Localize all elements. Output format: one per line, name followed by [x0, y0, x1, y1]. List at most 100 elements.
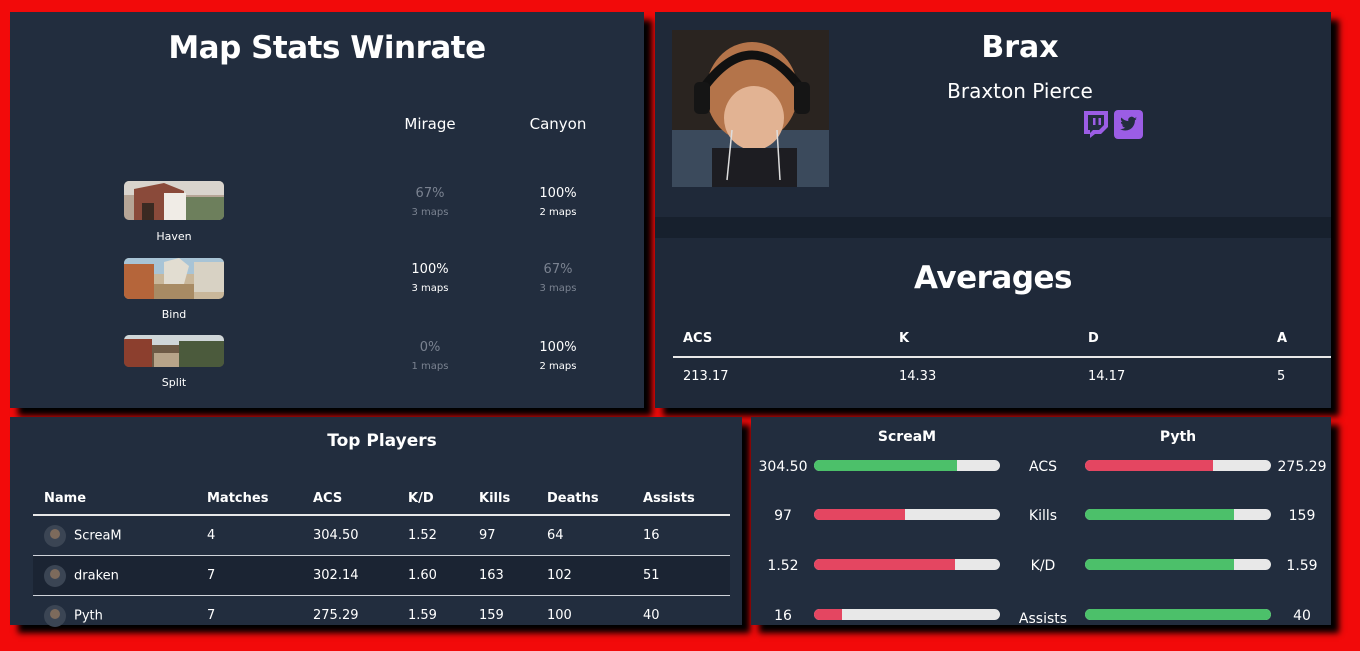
right-stat-bar-fill — [1085, 559, 1234, 570]
column-header-kills: Kills — [468, 483, 536, 516]
averages-title: Averages — [914, 260, 1073, 296]
deaths-cell: 64 — [547, 528, 564, 543]
player-name-cell[interactable]: ScreaM — [33, 515, 196, 556]
left-stat-bar-fill — [814, 460, 958, 471]
column-header-assists: Assists — [632, 483, 730, 516]
map-name-haven: Haven — [156, 230, 192, 243]
averages-value-a: 5 — [1277, 369, 1286, 384]
map-thumbnail-bind — [124, 258, 224, 299]
column-header-name: Name — [33, 483, 196, 516]
left-stat-value: 304.50 — [758, 459, 808, 475]
top-players-panel: Top Players Name Matches ACS K/D Kills D… — [10, 417, 742, 635]
assists-cell: 51 — [632, 555, 730, 596]
winrate-bind-canyon: 67% 3 maps — [539, 262, 577, 294]
winrate-haven-mirage: 67% 3 maps — [411, 186, 449, 218]
top-players-title: Top Players — [327, 431, 437, 451]
avatar — [44, 524, 66, 547]
winrate-split-mirage: 0% 1 maps — [411, 340, 449, 372]
table-row[interactable]: draken 7 302.14 1.60 163 102 51 — [33, 555, 730, 596]
averages-value-k: 14.33 — [899, 369, 937, 384]
left-stat-bar — [814, 609, 1000, 620]
map-stats-title: Map Stats Winrate — [168, 30, 486, 66]
column-header-matches: Matches — [196, 483, 302, 516]
left-stat-bar-fill — [814, 559, 956, 570]
left-stat-bar-fill — [814, 509, 906, 520]
acs-cell: 304.50 — [313, 528, 359, 543]
right-stat-value: 40 — [1293, 608, 1311, 624]
matches-cell: 7 — [196, 595, 302, 635]
assists-cell: 16 — [643, 528, 660, 543]
kills-cell: 97 — [479, 528, 496, 543]
right-stat-value: 159 — [1288, 508, 1316, 524]
left-stat-value: 16 — [774, 608, 792, 624]
deaths-cell: 102 — [536, 555, 632, 596]
assists-cell: 40 — [632, 595, 730, 635]
avatar — [44, 604, 66, 627]
stat-label: Kills — [1028, 508, 1058, 524]
column-header-canyon: Canyon — [529, 115, 587, 133]
top-players-table: Name Matches ACS K/D Kills Deaths Assist… — [33, 483, 730, 635]
left-player-name: ScreaM — [877, 429, 937, 445]
matches-cell: 4 — [207, 528, 216, 543]
column-header-deaths: Deaths — [536, 483, 632, 516]
right-stat-bar — [1085, 609, 1271, 620]
column-header-mirage: Mirage — [404, 115, 456, 133]
right-stat-bar-fill — [1085, 609, 1271, 620]
averages-value-acs: 213.17 — [683, 369, 729, 384]
left-stat-bar — [814, 460, 1000, 471]
winrate-bind-mirage: 100% 3 maps — [411, 262, 449, 294]
right-stat-bar — [1085, 559, 1271, 570]
averages-header-rule — [673, 356, 1331, 358]
averages-value-d: 14.17 — [1088, 369, 1126, 384]
right-stat-value: 275.29 — [1277, 459, 1327, 475]
kd-cell: 1.59 — [397, 595, 468, 635]
right-stat-bar-fill — [1085, 460, 1214, 471]
section-divider — [655, 217, 1331, 238]
column-header-acs: ACS — [302, 483, 397, 516]
map-stats-panel: Map Stats Winrate Mirage Canyon Haven 67… — [10, 12, 644, 408]
table-row[interactable]: ScreaM 4 304.50 1.52 97 64 16 — [33, 515, 730, 556]
right-stat-value: 1.59 — [1286, 558, 1318, 574]
stat-label: ACS — [1029, 459, 1057, 475]
kills-cell: 163 — [468, 555, 536, 596]
map-thumbnail-haven — [124, 181, 224, 220]
player-comparison-panel: ScreaM Pyth 304.50 ACS 275.29 97 Kills 159 1.5… — [751, 417, 1331, 627]
right-stat-bar-fill — [1085, 509, 1234, 520]
left-stat-bar — [814, 559, 1000, 570]
acs-cell: 275.29 — [302, 595, 397, 635]
left-stat-value: 1.52 — [767, 558, 799, 574]
map-thumbnail-split — [124, 335, 224, 367]
kd-cell: 1.52 — [408, 528, 437, 543]
averages-header-acs: ACS — [683, 331, 713, 346]
kd-cell: 1.60 — [397, 555, 468, 596]
right-player-name: Pyth — [1159, 429, 1197, 445]
column-header-kd: K/D — [397, 483, 468, 516]
map-name-split: Split — [161, 376, 187, 389]
averages-header-d: D — [1088, 331, 1099, 346]
winrate-split-canyon: 100% 2 maps — [539, 340, 577, 372]
left-stat-value: 97 — [774, 508, 792, 524]
winrate-haven-canyon: 100% 2 maps — [539, 186, 577, 218]
table-row[interactable]: Pyth 7 275.29 1.59 159 100 40 — [33, 595, 730, 635]
twitch-icon[interactable] — [1081, 110, 1110, 139]
player-name-cell[interactable]: Pyth — [33, 595, 196, 635]
stat-label: K/D — [1030, 558, 1056, 574]
player-name-cell[interactable]: draken — [33, 555, 196, 596]
right-stat-bar — [1085, 509, 1271, 520]
averages-header-k: K — [899, 331, 910, 346]
player-photo — [672, 30, 829, 187]
left-stat-bar — [814, 509, 1000, 520]
matches-cell: 7 — [196, 555, 302, 596]
player-real-name: Braxton Pierce — [947, 79, 1093, 103]
stat-label: Assists — [1018, 611, 1068, 627]
table-header-row: Name Matches ACS K/D Kills Deaths Assist… — [33, 483, 730, 516]
player-handle: Brax — [981, 30, 1059, 65]
player-profile-panel: Brax Braxton Pierce Averages ACS K D A 2… — [655, 12, 1331, 408]
kills-cell: 159 — [468, 595, 536, 635]
right-stat-bar — [1085, 460, 1271, 471]
twitter-icon[interactable] — [1114, 110, 1143, 139]
left-stat-bar-fill — [814, 609, 842, 620]
acs-cell: 302.14 — [302, 555, 397, 596]
avatar — [44, 564, 66, 587]
map-name-bind: Bind — [161, 308, 187, 321]
